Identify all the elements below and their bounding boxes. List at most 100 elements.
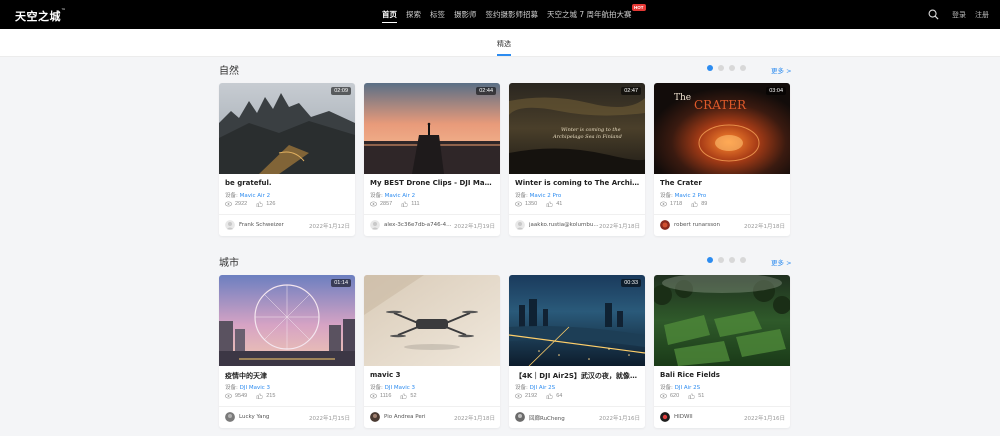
video-title[interactable]: be grateful. — [225, 179, 351, 187]
login-link[interactable]: 登录 — [952, 10, 966, 20]
pager-dot[interactable] — [740, 65, 746, 71]
thumbs-up-icon — [401, 201, 409, 207]
register-link[interactable]: 注册 — [975, 10, 989, 20]
author-avatar[interactable] — [660, 412, 670, 422]
overlay-caption: Winter is coming to the — [561, 127, 621, 133]
like-count: 64 — [556, 393, 563, 399]
video-stats: 1350 41 — [515, 201, 571, 207]
nav-item-anniversary-contest[interactable]: 天空之城 7 周年航拍大赛 HOT — [547, 4, 646, 20]
like-count: 111 — [411, 201, 420, 207]
eye-icon — [515, 201, 522, 207]
video-duration: 03:04 — [766, 87, 786, 95]
thumbs-up-icon — [401, 393, 408, 399]
video-title[interactable]: mavic 3 — [370, 371, 496, 379]
video-card[interactable]: 01:14 疫情中的天津 设备: DJI Mavic 3 9549 215 Lu… — [219, 275, 355, 428]
author-avatar[interactable] — [370, 412, 380, 422]
video-title[interactable]: My BEST Drone Clips - DJI Mavic Air 2 — [370, 179, 496, 187]
nav-item-explore[interactable]: 探索 — [406, 9, 421, 20]
pager-dot[interactable] — [729, 257, 735, 263]
author-avatar[interactable] — [515, 412, 525, 422]
nav-item-signing-recruitment[interactable]: 签约摄影师招募 — [486, 9, 539, 20]
author-avatar[interactable] — [225, 412, 235, 422]
video-card[interactable]: The CRATER 03:04 The Crater 设备: Mavic 2 … — [654, 83, 790, 236]
site-logo[interactable]: 天空之城™ — [15, 8, 67, 24]
video-stats: 2192 64 — [515, 393, 571, 399]
eye-icon — [225, 393, 232, 399]
author-name[interactable]: Pio Andrea Peri — [384, 414, 454, 420]
tab-featured[interactable]: 精选 — [497, 39, 511, 49]
author-name[interactable]: robert runarsson — [674, 222, 744, 228]
author-avatar[interactable] — [225, 220, 235, 230]
thumbs-up-icon — [256, 201, 264, 207]
video-duration: 02:09 — [331, 87, 351, 95]
pager-dot[interactable] — [718, 257, 724, 263]
more-link[interactable]: 更多 > — [771, 257, 792, 267]
video-card[interactable]: Winter is coming to the Archipelago Sea … — [509, 83, 645, 236]
publish-date: 2022年1月12日 — [309, 224, 350, 230]
device-info: 设备: DJI Mavic 3 — [225, 385, 271, 391]
pager-dot[interactable] — [707, 65, 713, 71]
author-avatar[interactable] — [515, 220, 525, 230]
view-count: 2192 — [525, 393, 538, 399]
view-count: 2857 — [380, 201, 393, 207]
pager-dot[interactable] — [729, 65, 735, 71]
view-count: 2922 — [235, 201, 248, 207]
video-thumbnail[interactable]: 00:33 — [509, 275, 645, 366]
pager-dot[interactable] — [740, 257, 746, 263]
video-card[interactable]: 02:09 be grateful. 设备: Mavic Air 2 2922 … — [219, 83, 355, 236]
video-card[interactable]: 02:44 My BEST Drone Clips - DJI Mavic Ai… — [364, 83, 500, 236]
video-title[interactable]: 【4K｜DJI Air2S】武汉の夜，就像是上... — [515, 371, 641, 381]
carousel-pager — [707, 65, 746, 71]
nav-item-home[interactable]: 首页 — [382, 9, 397, 23]
card-divider — [654, 406, 790, 407]
nav-item-photographers[interactable]: 摄影师 — [454, 9, 477, 20]
pager-dot[interactable] — [718, 65, 724, 71]
video-thumbnail[interactable]: 01:14 — [219, 275, 355, 366]
thumbs-up-icon — [546, 393, 554, 399]
publish-date: 2022年1月16日 — [599, 416, 640, 422]
publish-date: 2022年1月18日 — [599, 224, 640, 230]
device-info: 设备: Mavic Air 2 — [225, 193, 271, 199]
like-count: 52 — [410, 393, 417, 399]
author-avatar[interactable] — [660, 220, 670, 230]
active-tab-indicator — [497, 54, 511, 56]
author-avatar[interactable] — [370, 220, 380, 230]
author-name[interactable]: 回廊RuCheng — [529, 414, 599, 422]
device-info: 设备: Mavic 2 Pro — [660, 193, 707, 199]
card-divider — [219, 406, 355, 407]
more-link[interactable]: 更多 > — [771, 65, 792, 75]
eye-icon — [225, 201, 232, 207]
video-thumbnail[interactable]: 02:44 — [364, 83, 500, 174]
video-stats: 620 51 — [660, 393, 713, 399]
like-count: 41 — [556, 201, 563, 207]
video-thumbnail[interactable]: The CRATER 03:04 — [654, 83, 790, 174]
author-name[interactable]: HIDWII — [674, 414, 744, 420]
overlay-caption: The — [674, 93, 691, 103]
video-stats: 9549 215 — [225, 393, 284, 399]
video-title[interactable]: The Crater — [660, 179, 786, 187]
video-card[interactable]: mavic 3 设备: DJI Mavic 3 1116 52 Pio Andr… — [364, 275, 500, 428]
video-card[interactable]: Bali Rice Fields 设备: DJI Air 2S 620 51 H… — [654, 275, 790, 428]
thumbs-up-icon — [256, 393, 264, 399]
author-name[interactable]: Lucky Yang — [239, 414, 309, 420]
video-card[interactable]: 00:33 【4K｜DJI Air2S】武汉の夜，就像是上... 设备: DJI… — [509, 275, 645, 428]
video-title[interactable]: Winter is coming to The Archipelago ... — [515, 179, 641, 187]
video-thumbnail[interactable] — [364, 275, 500, 366]
nav-item-tags[interactable]: 标签 — [430, 9, 445, 20]
author-name[interactable]: alex-3c36e7db-a746-47... — [384, 222, 454, 228]
video-thumbnail[interactable] — [654, 275, 790, 366]
video-title[interactable]: 疫情中的天津 — [225, 371, 351, 381]
pager-dot[interactable] — [707, 257, 713, 263]
video-thumbnail[interactable]: 02:09 — [219, 83, 355, 174]
top-navigation-bar: 天空之城™ 首页 探索 标签 摄影师 签约摄影师招募 天空之城 7 周年航拍大赛… — [0, 0, 1000, 29]
like-count: 51 — [698, 393, 705, 399]
author-name[interactable]: jaakko.rustia@kolumbu... — [529, 222, 599, 228]
device-info: 设备: DJI Air 2S — [660, 385, 701, 391]
video-title[interactable]: Bali Rice Fields — [660, 371, 786, 379]
card-divider — [364, 406, 500, 407]
author-name[interactable]: Frank Schweizer — [239, 222, 309, 228]
hot-badge: HOT — [632, 4, 646, 11]
video-thumbnail[interactable]: Winter is coming to the Archipelago Sea … — [509, 83, 645, 174]
search-icon[interactable] — [928, 9, 939, 20]
publish-date: 2022年1月19日 — [454, 224, 495, 230]
